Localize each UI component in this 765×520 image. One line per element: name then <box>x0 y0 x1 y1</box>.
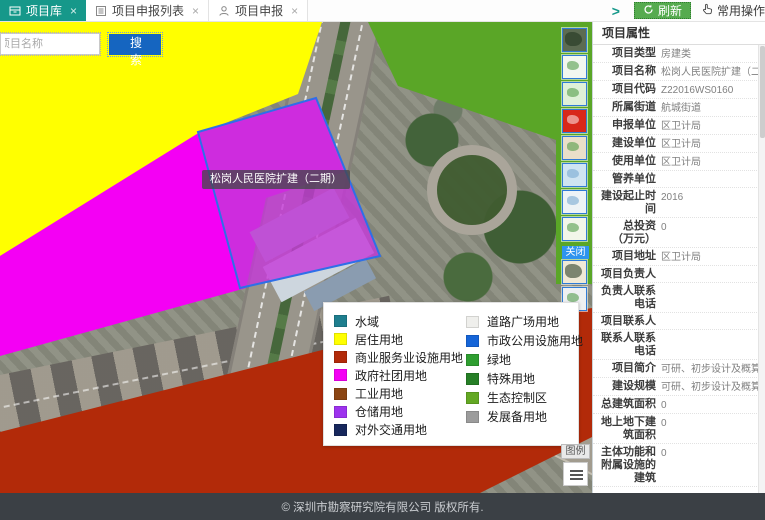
attr-row-project-name: 项目名称松岗人民医院扩建（二期） <box>593 63 765 81</box>
legend-item: 商业服务业设施用地 <box>334 348 462 366</box>
attr-row-total-area: 总建筑面积0 <box>593 396 765 414</box>
attr-row-project-type: 项目类型房建类 <box>593 45 765 63</box>
user-icon <box>218 5 230 17</box>
legend-item: 工业用地 <box>334 385 462 403</box>
green-blob-thumb[interactable] <box>562 217 587 241</box>
copyright-text: © 深圳市勘察研究院有限公司 版权所有. <box>281 499 483 515</box>
red-plan-thumb[interactable] <box>562 109 587 133</box>
refresh-icon <box>643 4 654 18</box>
legend-item: 绿地 <box>466 350 574 369</box>
legend-swatch <box>334 388 347 400</box>
menu-hamburger-button[interactable] <box>563 462 588 486</box>
tabbar-right: > 刷新 常用操作 <box>606 0 765 21</box>
hamburger-icon <box>570 470 583 472</box>
attr-row-contact: 项目联系人 <box>593 313 765 330</box>
attr-row-main-function: 主体功能和附属设施的建筑0 <box>593 444 765 487</box>
legend-item: 仓储用地 <box>334 403 462 421</box>
footer-bar: © 深圳市勘察研究院有限公司 版权所有. <box>0 493 765 520</box>
roundabout-road <box>427 145 517 235</box>
search-input[interactable] <box>0 33 100 55</box>
tab-declaration[interactable]: 项目申报 × <box>209 0 308 21</box>
legend-item: 居住用地 <box>334 330 462 348</box>
attr-row-build-unit: 建设单位区卫计局 <box>593 135 765 153</box>
legend-item: 水域 <box>334 312 462 330</box>
project-map-label: 松岗人民医院扩建（二期） <box>202 170 350 189</box>
scrollbar-thumb[interactable] <box>760 46 765 138</box>
landuse-legend: 水域 居住用地 商业服务业设施用地 政府社团用地 工业用地 仓储用地 对外交通用… <box>323 302 579 446</box>
attr-row-leader-phone: 负责人联系电话 <box>593 283 765 313</box>
hand-pointer-icon <box>701 3 713 18</box>
legend-swatch <box>334 406 347 418</box>
legend-swatch <box>334 315 347 327</box>
legend-item: 特殊用地 <box>466 369 574 388</box>
attr-row-street: 所属街道航城街道 <box>593 99 765 117</box>
tab-label: 项目申报列表 <box>112 2 184 19</box>
legend-swatch <box>334 424 347 436</box>
green-plan-thumb[interactable] <box>562 82 587 106</box>
panel-scrollbar[interactable] <box>758 45 765 493</box>
boundary-thumb[interactable] <box>562 55 587 79</box>
attr-row-use-unit: 使用单位区卫计局 <box>593 153 765 171</box>
legend-swatch <box>334 369 347 381</box>
attr-row-leader: 项目负责人 <box>593 266 765 283</box>
attr-row-build-period: 建设起止时间2016 <box>593 188 765 218</box>
refresh-button[interactable]: 刷新 <box>634 2 691 19</box>
tab-label: 项目库 <box>26 2 62 19</box>
common-actions-button[interactable]: 常用操作 <box>699 2 765 19</box>
road-map-thumb[interactable] <box>562 260 587 284</box>
tab-declaration-list[interactable]: 项目申报列表 × <box>86 0 209 21</box>
attr-row-brief: 项目简介可研、初步设计及概算 <box>593 360 765 378</box>
close-icon[interactable]: × <box>291 5 298 17</box>
legend-toggle-button[interactable]: 图例 <box>561 444 590 459</box>
satellite-thumb[interactable] <box>562 28 587 52</box>
close-icon[interactable]: × <box>192 5 199 17</box>
attr-row-maintain-unit: 管养单位 <box>593 171 765 188</box>
legend-swatch <box>466 335 479 347</box>
layer-thumbnails <box>562 28 589 244</box>
attr-row-scale: 建设规模可研、初步设计及概算 <box>593 378 765 396</box>
tab-project-library[interactable]: 项目库 × <box>0 0 86 21</box>
legend-item: 市政公用设施用地 <box>466 331 574 350</box>
panel-title: 项目属性 <box>593 22 765 45</box>
legend-swatch <box>466 411 479 423</box>
attr-row-above-below-area: 地上地下建筑面积0 <box>593 414 765 444</box>
map-canvas[interactable]: 松岗人民医院扩建（二期） 搜 索 关闭 水域 居住用地 商业服务业设施用地 政府… <box>0 22 592 493</box>
expand-chevron-icon[interactable]: > <box>606 3 626 19</box>
project-attributes-panel: 项目属性 项目类型房建类 项目名称松岗人民医院扩建（二期） 项目代码Z22016… <box>592 22 765 493</box>
search-button[interactable]: 搜 索 <box>109 34 161 55</box>
legend-swatch <box>466 373 479 385</box>
attr-row-project-code: 项目代码Z22016WS0160 <box>593 81 765 99</box>
legend-item: 政府社团用地 <box>334 366 462 384</box>
legend-swatch <box>466 316 479 328</box>
tan-plan-thumb[interactable] <box>562 136 587 160</box>
legend-swatch <box>334 333 347 345</box>
attr-row-declare-unit: 申报单位区卫计局 <box>593 117 765 135</box>
attr-row-address: 项目地址区卫计局 <box>593 248 765 266</box>
tab-label: 项目申报 <box>235 2 283 19</box>
tab-bar: 项目库 × 项目申报列表 × 项目申报 × > 刷新 常用操作 <box>0 0 765 22</box>
legend-swatch <box>466 354 479 366</box>
pale-map-thumb[interactable] <box>562 190 587 214</box>
legend-item: 对外交通用地 <box>334 421 462 439</box>
close-icon[interactable]: × <box>70 5 77 17</box>
legend-item: 生态控制区 <box>466 388 574 407</box>
list-icon <box>95 5 107 17</box>
attr-row-total-investment: 总投资 （万元）0 <box>593 218 765 248</box>
legend-swatch <box>466 392 479 404</box>
attr-row-contact-phone: 联系人联系电话 <box>593 330 765 360</box>
blue-map-thumb[interactable] <box>562 163 587 187</box>
legend-item: 道路广场用地 <box>466 312 574 331</box>
archive-icon <box>9 5 21 17</box>
legend-item: 发展备用地 <box>466 407 574 426</box>
close-layers-button[interactable]: 关闭 <box>562 246 589 259</box>
map-search: 搜 索 <box>0 33 161 55</box>
legend-swatch <box>334 351 347 363</box>
